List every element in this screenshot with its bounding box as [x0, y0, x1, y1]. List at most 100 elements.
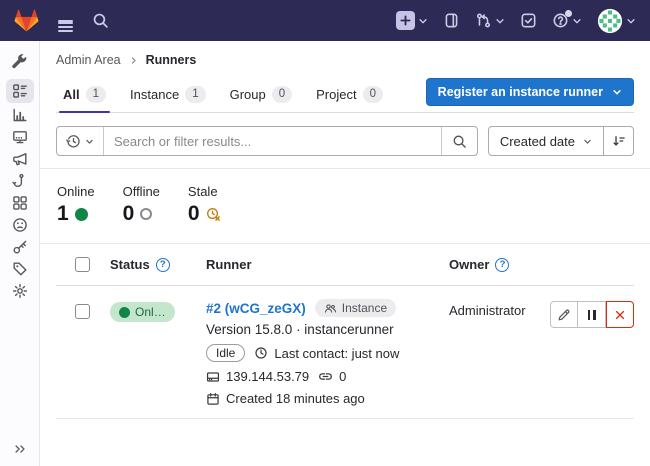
- gitlab-logo-icon[interactable]: [14, 9, 39, 33]
- filter-row: Created date: [56, 126, 634, 156]
- register-instance-runner-button[interactable]: Register an instance runner: [426, 78, 634, 106]
- stat-stale-label: Stale: [188, 184, 221, 199]
- tab-instance[interactable]: Instance 1: [123, 77, 213, 112]
- merge-requests-button[interactable]: [475, 12, 505, 29]
- owner-help-icon[interactable]: ?: [495, 258, 509, 272]
- runner-status-text: Online: [135, 305, 166, 319]
- calendar-icon: [206, 392, 220, 406]
- tab-all-count-badge: 1: [86, 86, 106, 103]
- runner-name-link[interactable]: #2 (wCG_zeGX): [206, 301, 306, 316]
- runner-column-header: Runner: [206, 257, 252, 272]
- help-button[interactable]: [552, 12, 582, 29]
- chevron-down-icon: [495, 16, 505, 26]
- sidebar-item-messages[interactable]: [6, 149, 34, 169]
- sort-by-dropdown[interactable]: Created date: [488, 126, 604, 156]
- search-icon: [452, 134, 467, 149]
- runner-status-badge: Online: [110, 302, 175, 322]
- user-avatar-button[interactable]: [597, 8, 636, 34]
- admin-sidebar: [0, 41, 40, 466]
- search-filter-box: [56, 126, 478, 156]
- issues-icon: [443, 12, 460, 29]
- runner-status-stats: Online 1 Offline 0 Stale 0: [56, 169, 634, 243]
- runner-ip-address: 139.144.53.79: [226, 369, 309, 384]
- runner-job-state-badge: Idle: [206, 344, 245, 362]
- offline-status-icon: [140, 208, 152, 220]
- runner-link-count: 0: [339, 369, 346, 384]
- issues-button[interactable]: [443, 12, 460, 29]
- pause-runner-button[interactable]: [578, 301, 606, 328]
- stat-offline-label: Offline: [123, 184, 160, 199]
- todos-button[interactable]: [520, 12, 537, 29]
- chevron-down-icon: [612, 87, 622, 97]
- stat-stale: Stale 0: [188, 184, 221, 226]
- sidebar-item-runners[interactable]: [6, 79, 34, 103]
- key-icon: [12, 239, 28, 255]
- breadcrumb-chevron-icon: [129, 56, 138, 65]
- tab-group-count-badge: 0: [272, 86, 292, 103]
- runner-table-row: Online #2 (wCG_zeGX) Instance Version 15…: [56, 286, 634, 419]
- sidebar-item-abuse-reports[interactable]: [6, 215, 34, 235]
- tab-instance-count-badge: 1: [185, 86, 205, 103]
- select-row-checkbox[interactable]: [75, 304, 90, 319]
- tab-instance-label: Instance: [130, 87, 179, 102]
- owner-link[interactable]: Administrator: [449, 303, 526, 318]
- merge-request-icon: [475, 12, 492, 29]
- sidebar-item-system-hooks[interactable]: [6, 171, 34, 191]
- runner-type-tabs: All 1 Instance 1 Group 0 Project 0: [56, 77, 390, 112]
- history-icon: [66, 134, 81, 149]
- recent-searches-dropdown[interactable]: [57, 127, 104, 155]
- search-button[interactable]: [92, 12, 109, 29]
- sidebar-item-settings[interactable]: [6, 281, 34, 301]
- sidebar-item-credentials[interactable]: [6, 237, 34, 257]
- runner-last-contact: Last contact: just now: [274, 346, 399, 361]
- people-icon: [324, 302, 337, 315]
- status-column-header: Status: [110, 257, 150, 272]
- runner-version-line: Version 15.8.0 · instancerunner: [206, 322, 424, 337]
- stat-offline-value: 0: [123, 202, 135, 226]
- search-input[interactable]: [104, 134, 441, 149]
- sidebar-item-admin-overview[interactable]: [6, 50, 34, 70]
- owner-cell: Administrator: [424, 299, 634, 328]
- chevron-down-icon: [583, 137, 592, 146]
- sort-direction-button[interactable]: [604, 126, 634, 156]
- stat-online-value: 1: [57, 202, 69, 226]
- user-avatar: [597, 8, 623, 34]
- tab-all-label: All: [63, 87, 80, 102]
- status-help-icon[interactable]: ?: [156, 258, 170, 272]
- new-menu-button[interactable]: [396, 11, 428, 30]
- clock-icon: [254, 346, 268, 360]
- breadcrumb-current-page: Runners: [146, 53, 197, 67]
- edit-runner-button[interactable]: [550, 301, 578, 328]
- runner-type-label: Instance: [342, 301, 387, 315]
- submit-search-button[interactable]: [441, 127, 477, 155]
- select-all-checkbox[interactable]: [75, 257, 90, 272]
- pencil-icon: [557, 308, 571, 322]
- search-icon: [92, 12, 109, 29]
- delete-runner-button[interactable]: [606, 301, 634, 328]
- double-chevron-right-icon: [13, 442, 27, 456]
- tab-all[interactable]: All 1: [56, 77, 113, 112]
- sort-descending-icon: [612, 134, 626, 148]
- register-button-label: Register an instance runner: [438, 85, 603, 99]
- expand-sidebar-button[interactable]: [0, 442, 39, 456]
- plus-icon: [396, 11, 415, 30]
- breadcrumb-admin-area-link[interactable]: Admin Area: [56, 53, 121, 67]
- stat-stale-value: 0: [188, 202, 200, 226]
- tab-project-label: Project: [316, 87, 356, 102]
- sidebar-item-labels[interactable]: [6, 259, 34, 279]
- tab-project[interactable]: Project 0: [309, 77, 390, 112]
- tab-group-label: Group: [230, 87, 266, 102]
- online-dot-icon: [119, 307, 130, 318]
- label-tag-icon: [12, 261, 28, 277]
- owner-column-header: Owner: [449, 257, 489, 272]
- sidebar-item-analytics[interactable]: [6, 105, 34, 125]
- sidebar-item-applications[interactable]: [6, 193, 34, 213]
- todo-check-icon: [520, 12, 537, 29]
- tab-project-count-badge: 0: [363, 86, 383, 103]
- server-disk-icon: [206, 370, 220, 384]
- sidebar-item-monitoring[interactable]: [6, 127, 34, 147]
- hamburger-menu-button[interactable]: [58, 17, 73, 23]
- runner-summary-cell: #2 (wCG_zeGX) Instance Version 15.8.0 · …: [192, 299, 424, 406]
- monitor-icon: [12, 129, 28, 145]
- tab-group[interactable]: Group 0: [223, 77, 300, 112]
